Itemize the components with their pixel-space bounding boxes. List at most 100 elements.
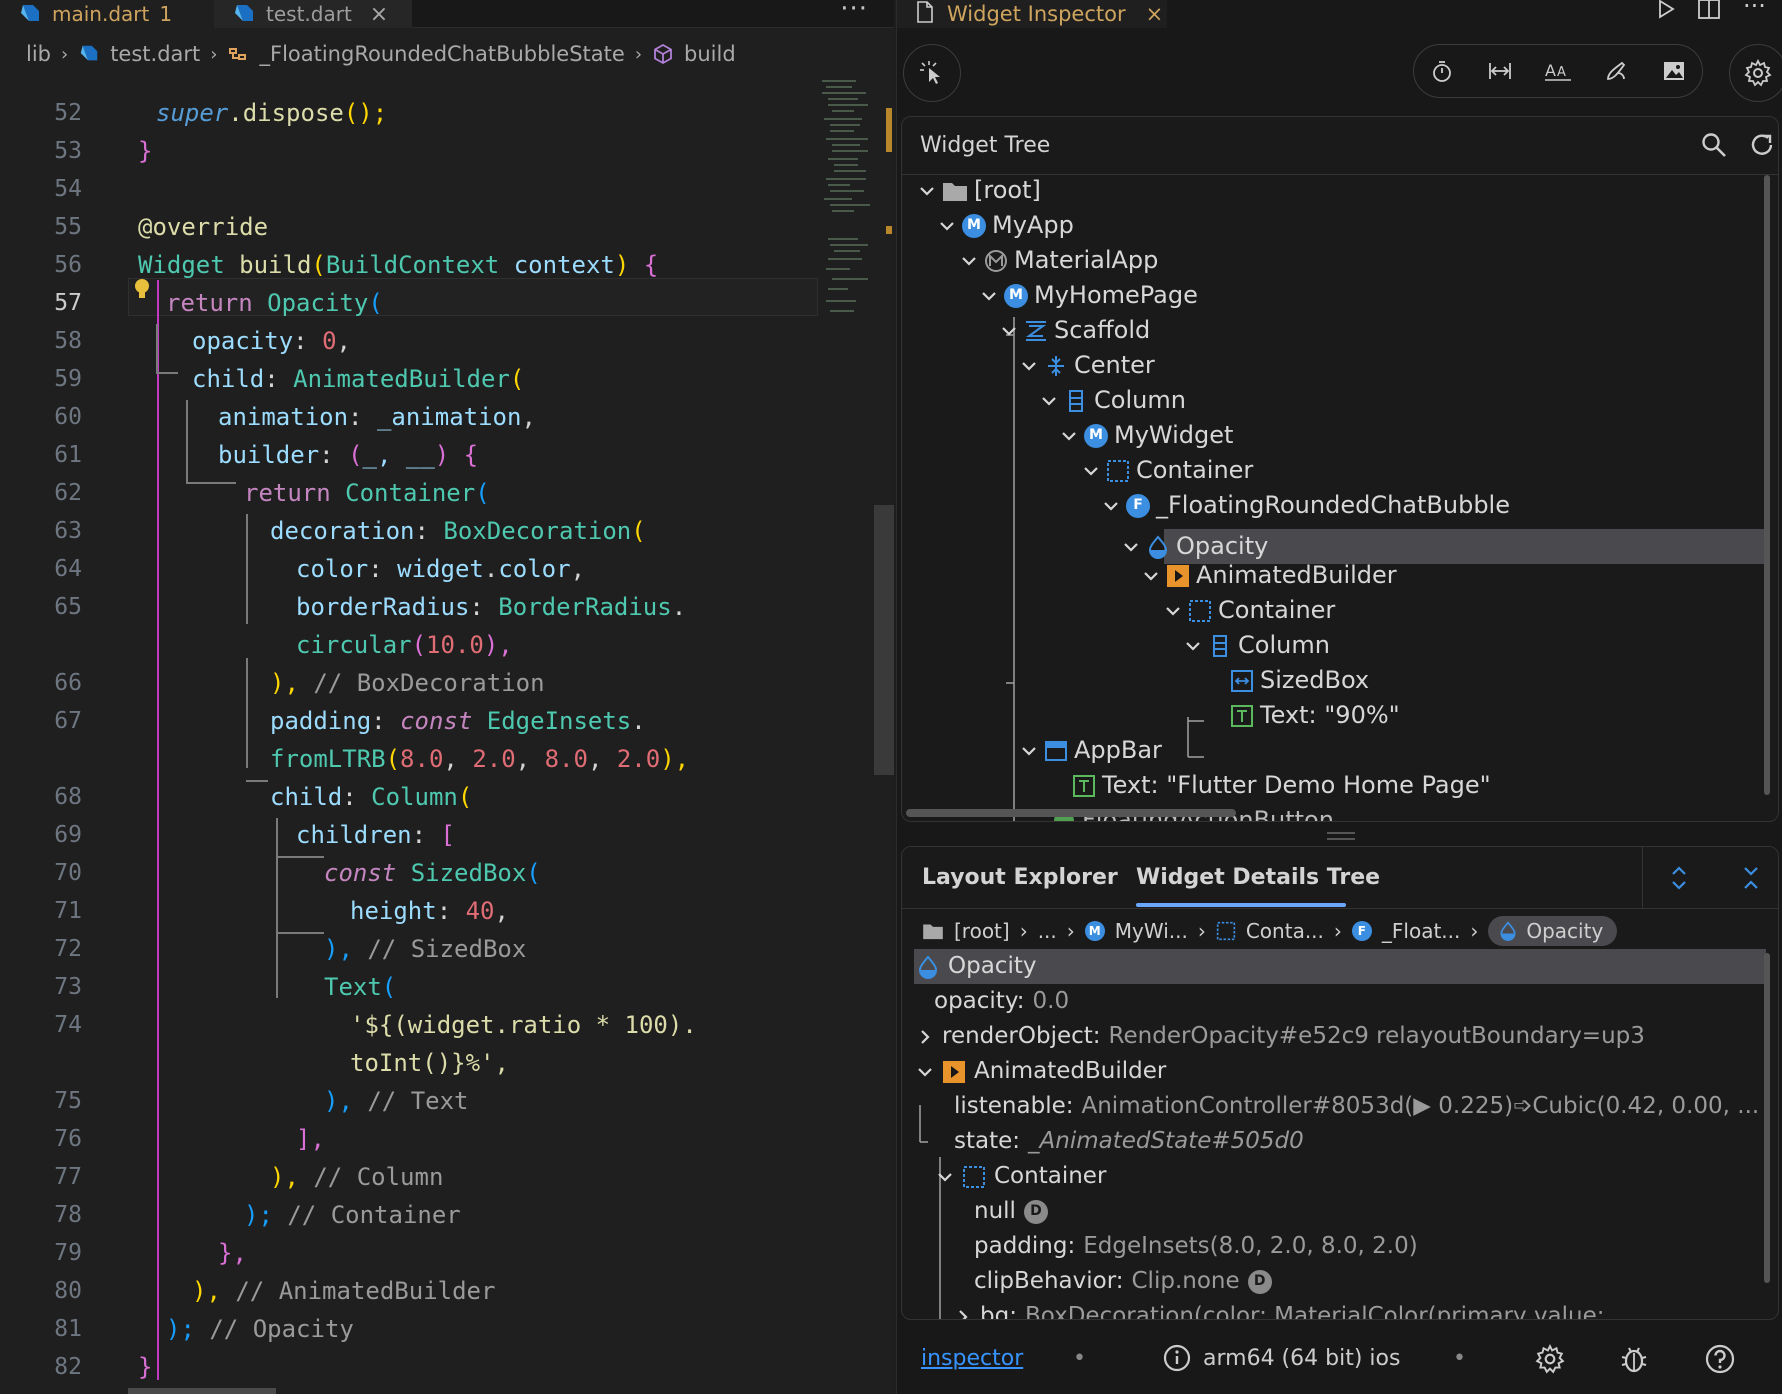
default-value-badge: D [1023,1199,1048,1224]
inspector-settings-button[interactable] [1729,44,1782,102]
line-number: 78 [54,1202,82,1228]
code-area[interactable]: super.dispose(); } @override Widget buil… [128,78,818,1394]
search-icon[interactable] [1700,131,1730,161]
indent-guide [156,324,158,360]
chevron-down-icon [1104,501,1118,511]
tab-widget-inspector[interactable]: Widget Inspector × [897,0,1167,28]
code-line-79: }, [218,1239,247,1267]
tree-node-center[interactable]: Center [1020,348,1155,383]
device-selector[interactable]: arm64 (64 bit) ios [1163,1344,1400,1372]
tree-node-sizedbox[interactable]: SizedBox [1230,663,1369,698]
highlight-oversized-images-button[interactable] [1649,46,1699,96]
code-editor[interactable]: main.dart 1 test.dart × ··· lib › test.d… [0,0,894,1394]
more-actions-icon[interactable]: ··· [1743,0,1766,20]
tree-node-root[interactable]: [root] [918,173,1041,208]
tree-vertical-scrollbar[interactable] [1764,175,1770,795]
tree-node-text-90[interactable]: Text: "90%" [1230,698,1400,733]
details-row-bg[interactable]: bg: BoxDecoration(color: MaterialColor(pr… [954,1299,1605,1319]
panel-resize-handle[interactable] [1327,832,1355,840]
line-number: 58 [54,328,82,354]
more-actions-icon[interactable]: ··· [840,0,868,24]
device-label: arm64 (64 bit) ios [1203,1345,1401,1371]
close-icon[interactable]: × [1146,2,1164,26]
tree-node-mywidget[interactable]: M MyWidget [1060,418,1233,453]
refresh-icon[interactable] [1748,131,1778,161]
editor-horizontal-scrollbar[interactable] [128,1388,276,1394]
code-line-61: builder: (_, __) { [218,441,479,469]
expand-collapse-icon[interactable] [1668,865,1690,895]
close-icon[interactable]: × [370,2,388,27]
tree-node-floating-bubble[interactable]: F _FloatingRoundedChatBubble [1102,488,1510,523]
tab-test-dart[interactable]: test.dart × [214,0,412,28]
tree-node-container[interactable]: Container [1082,453,1253,488]
tree-node-appbar[interactable]: AppBar [1020,733,1162,768]
code-line-66: ), // BoxDecoration [270,669,545,697]
stateless-widget-icon: M [1084,921,1105,941]
crumb-mywidget[interactable]: MyWi... [1115,919,1188,943]
tree-node-container-2[interactable]: Container [1164,593,1335,628]
editor-scrollbar[interactable] [874,505,894,775]
crumb-root[interactable]: [root] [954,919,1010,943]
select-widget-mode-button[interactable] [903,44,961,102]
highlight-repaints-button[interactable] [1591,46,1641,96]
details-row-animatedbuilder[interactable]: AnimatedBuilder [916,1054,1166,1089]
tree-node-myapp[interactable]: M MyApp [938,208,1074,243]
show-baselines-button[interactable]: AA [1533,46,1583,96]
line-number: 68 [54,784,82,810]
code-line-68: child: Column( [270,783,473,811]
container-icon [1216,921,1236,941]
gear-icon[interactable] [1535,1343,1567,1376]
tree-node-scaffold[interactable]: Scaffold [1000,313,1150,348]
chevron-right-icon: › [1197,919,1206,943]
tree-node-column[interactable]: Column [1040,383,1186,418]
tree-node-column-2[interactable]: Column [1184,628,1330,663]
tab-widget-details-tree[interactable]: Widget Details Tree [1136,865,1380,890]
details-row-null: null D [974,1194,1048,1229]
breadcrumb-item-class[interactable]: _FloatingRoundedChatBubbleState [259,42,624,66]
tree-node-text-title[interactable]: Text: "Flutter Demo Home Page" [1072,768,1491,803]
crumb-floating[interactable]: _Float... [1382,919,1460,943]
show-guidelines-button[interactable] [1475,46,1525,96]
breadcrumb-item-lib[interactable]: lib [26,42,51,66]
crumb-ellipsis[interactable]: ... [1038,919,1057,943]
scaffold-icon [1025,320,1047,341]
chevron-down-icon [982,291,996,301]
animation-icon [943,1060,965,1083]
widget-tree-panel[interactable]: Widget Tree [root] M MyApp MaterialApp M… [901,116,1779,822]
split-editor-icon[interactable] [1697,0,1721,26]
details-row-container[interactable]: Container [936,1159,1106,1194]
details-vertical-scrollbar[interactable] [1764,953,1770,1283]
help-icon[interactable] [1705,1344,1737,1376]
tree-horizontal-scrollbar[interactable] [906,809,1236,817]
widget-details-panel[interactable]: Layout Explorer Widget Details Tree [roo… [901,846,1779,1320]
line-number: 74 [54,1012,82,1038]
slow-animations-button[interactable] [1417,46,1467,96]
collapse-all-icon[interactable] [1740,865,1762,895]
tab-main-dart[interactable]: main.dart 1 [0,0,214,28]
details-row-state: state: _AnimatedState#505d0 [954,1128,1304,1154]
code-line-55: @override [138,213,269,241]
crumb-opacity-active[interactable]: Opacity [1488,916,1618,946]
details-row-opacity[interactable]: Opacity [916,949,1036,984]
divider [1642,847,1643,909]
run-icon[interactable] [1655,0,1677,26]
indent-guide [246,658,248,768]
breadcrumb-item-file[interactable]: test.dart [110,42,200,66]
text-baseline-icon: AA [1545,61,1571,81]
code-line-64: color: widget.color, [296,555,586,583]
chevron-down-icon [1042,396,1056,406]
indent-guide [246,780,268,782]
tree-node-animatedbuilder[interactable]: AnimatedBuilder [1142,558,1397,593]
line-number: 56 [54,252,82,278]
bug-icon[interactable] [1619,1344,1651,1376]
chevron-right-icon [921,1029,930,1044]
tree-node-materialapp[interactable]: MaterialApp [960,243,1158,278]
code-line-70: const SizedBox( [324,859,541,887]
breadcrumb-item-method[interactable]: build [684,42,736,66]
column-icon [1069,389,1083,412]
line-number-gutter[interactable]: 52 53 54 55 56 57 58 59 60 61 62 63 64 6… [0,78,110,1394]
details-row-renderobject[interactable]: renderObject: RenderOpacity#e52c9 relayou… [916,1019,1645,1054]
inspector-link[interactable]: inspector [921,1346,1023,1371]
crumb-container[interactable]: Conta... [1246,919,1324,943]
tree-node-myhomepage[interactable]: M MyHomePage [980,278,1198,313]
